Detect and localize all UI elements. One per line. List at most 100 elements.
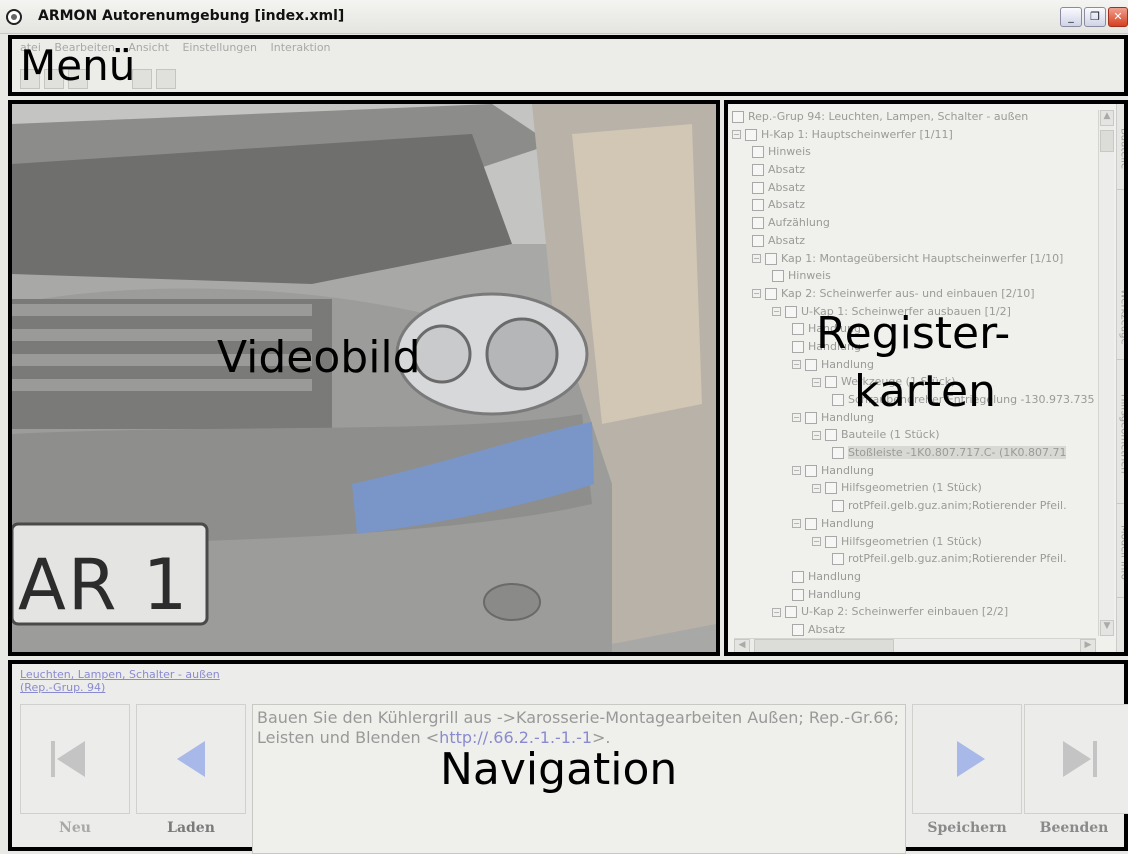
tree-row[interactable]: rotPfeil.gelb.guz.anim;Rotierender Pfeil…: [732, 550, 1098, 568]
tree-node-icon: [832, 447, 844, 459]
tree-collapse-icon[interactable]: −: [812, 537, 821, 546]
save-button-label[interactable]: Speichern: [912, 820, 1022, 836]
tree-row[interactable]: Rep.-Grup 94: Leuchten, Lampen, Schalter…: [732, 108, 1098, 126]
menu-item-interaktion[interactable]: Interaktion: [271, 41, 331, 54]
tree-horizontal-scrollbar[interactable]: ◀ ▶: [734, 638, 1096, 654]
tab-bauteile-label: Bauteile: [1119, 128, 1128, 169]
breadcrumb[interactable]: Leuchten, Lampen, Schalter - außen (Rep.…: [20, 668, 220, 694]
navigation-region: Leuchten, Lampen, Schalter - außen (Rep.…: [8, 660, 1128, 851]
load-button-label[interactable]: Laden: [136, 820, 246, 836]
scroll-up-icon[interactable]: ▲: [1100, 110, 1114, 126]
tree-collapse-icon[interactable]: −: [792, 413, 801, 422]
tree-row-label: U-Kap 2: Scheinwerfer einbauen [2/2]: [801, 605, 1008, 618]
tree-row-label: Handlung: [808, 588, 861, 601]
tree-row[interactable]: Absatz: [732, 621, 1098, 638]
tree-row[interactable]: − Hilfsgeometrien (1 Stück): [732, 479, 1098, 497]
tab-modell-info-label: Modell Info: [1119, 525, 1128, 580]
tree-row-label: Hilfsgeometrien (1 Stück): [841, 535, 982, 548]
tree-row[interactable]: −Kap 2: Scheinwerfer aus- und einbauen […: [732, 285, 1098, 303]
tree-row[interactable]: − Bauteile (1 Stück): [732, 426, 1098, 444]
tree-node-icon: [805, 359, 817, 371]
minimize-button[interactable]: _: [1060, 7, 1082, 27]
tree-collapse-icon[interactable]: −: [752, 289, 761, 298]
tree-node-icon: [765, 253, 777, 265]
breadcrumb-line-2[interactable]: (Rep.-Grup. 94): [20, 681, 220, 694]
tree-node-icon: [825, 429, 837, 441]
first-step-button[interactable]: [20, 704, 130, 814]
register-region: Rep.-Grup 94: Leuchten, Lampen, Schalter…: [724, 100, 1128, 656]
tree-collapse-icon[interactable]: −: [812, 484, 821, 493]
tree-node-icon: [832, 553, 844, 565]
tree-row[interactable]: −H-Kap 1: Hauptscheinwerfer [1/11]: [732, 126, 1098, 144]
tree-row[interactable]: −Handlung: [732, 462, 1098, 480]
tree-row-label: Hilfsgeometrien (1 Stück): [841, 481, 982, 494]
end-button-label[interactable]: Beenden: [1024, 820, 1124, 836]
next-step-button[interactable]: [912, 704, 1022, 814]
tree-row[interactable]: −Kap 1: Montageübersicht Hauptscheinwerf…: [732, 250, 1098, 268]
new-button-label[interactable]: Neu: [20, 820, 130, 836]
tree-collapse-icon[interactable]: −: [792, 466, 801, 475]
tree-collapse-icon[interactable]: −: [792, 519, 801, 528]
tab-modell-info[interactable]: Modell Info: [1117, 508, 1128, 598]
tree-row[interactable]: Absatz: [732, 161, 1098, 179]
first-arrow-icon: [57, 741, 85, 777]
scroll-thumb[interactable]: [1100, 130, 1114, 152]
tree-collapse-icon[interactable]: −: [772, 608, 781, 617]
tree-collapse-icon[interactable]: −: [812, 378, 821, 387]
hscroll-thumb[interactable]: [754, 639, 894, 654]
tree-collapse-icon[interactable]: −: [772, 307, 781, 316]
tree-node-icon: [832, 500, 844, 512]
tree-node-icon: [792, 571, 804, 583]
tree-row[interactable]: Stoßleiste -1K0.807.717.C- (1K0.807.71: [732, 444, 1098, 462]
last-arrow-icon: [1063, 741, 1091, 777]
menu-item-einstellungen[interactable]: Einstellungen: [182, 41, 257, 54]
tree-row[interactable]: Absatz: [732, 232, 1098, 250]
tree-collapse-icon[interactable]: −: [812, 431, 821, 440]
tree-node-icon: [732, 111, 744, 123]
tree-row-label: rotPfeil.gelb.guz.anim;Rotierender Pfeil…: [848, 552, 1067, 565]
scroll-right-icon[interactable]: ▶: [1080, 639, 1096, 654]
tab-bauteile[interactable]: Bauteile: [1117, 108, 1128, 190]
tree-row[interactable]: − Hilfsgeometrien (1 Stück): [732, 533, 1098, 551]
tree-row-label: Stoßleiste -1K0.807.717.C- (1K0.807.71: [848, 446, 1066, 459]
tab-werkzeuge-label: Werkzeuge: [1119, 289, 1128, 345]
breadcrumb-line-1[interactable]: Leuchten, Lampen, Schalter - außen: [20, 668, 220, 681]
tree-row[interactable]: Handlung: [732, 568, 1098, 586]
tab-werkzeuge[interactable]: Werkzeuge: [1117, 274, 1128, 360]
tree-row[interactable]: Aufzählung: [732, 214, 1098, 232]
tree-row-label: Handlung: [808, 570, 861, 583]
previous-step-button[interactable]: [136, 704, 246, 814]
last-bar-icon: [1093, 741, 1097, 777]
tree-row[interactable]: Absatz: [732, 179, 1098, 197]
tree-row[interactable]: Handlung: [732, 586, 1098, 604]
tree-row[interactable]: − U-Kap 2: Scheinwerfer einbauen [2/2]: [732, 603, 1098, 621]
tree-node-icon: [805, 412, 817, 424]
tree-collapse-icon[interactable]: −: [752, 254, 761, 263]
tree-row[interactable]: −Handlung: [732, 515, 1098, 533]
scroll-down-icon[interactable]: ▼: [1100, 620, 1114, 636]
tree-node-icon: [825, 482, 837, 494]
close-button[interactable]: ✕: [1108, 7, 1128, 27]
first-bar-icon: [51, 741, 55, 777]
scroll-left-icon[interactable]: ◀: [734, 639, 750, 654]
menu-region: atei Bearbeiten Ansicht Einstellungen In…: [8, 35, 1128, 96]
tab-hilfsgeometrien-label: Hilfsgeometrien: [1119, 394, 1128, 474]
tree-row[interactable]: Absatz: [732, 196, 1098, 214]
tree-collapse-icon[interactable]: −: [732, 130, 741, 139]
tree-node-icon: [792, 341, 804, 353]
last-step-button[interactable]: [1024, 704, 1128, 814]
tree-row[interactable]: rotPfeil.gelb.guz.anim;Rotierender Pfeil…: [732, 497, 1098, 515]
restore-button[interactable]: ❐: [1084, 7, 1106, 27]
tree-node-icon: [752, 199, 764, 211]
tree-row[interactable]: Hinweis: [732, 143, 1098, 161]
tree-row-label: Bauteile (1 Stück): [841, 428, 939, 441]
tree-row[interactable]: Hinweis: [732, 267, 1098, 285]
tree-node-icon: [832, 394, 844, 406]
tree-vertical-scrollbar[interactable]: ▲ ▼: [1098, 110, 1114, 636]
tree-collapse-icon[interactable]: −: [792, 360, 801, 369]
next-arrow-icon: [957, 741, 985, 777]
toolbar-stop-icon[interactable]: [156, 69, 176, 89]
tab-hilfsgeometrien[interactable]: Hilfsgeometrien: [1117, 364, 1128, 504]
tree-row-label: Absatz: [768, 181, 805, 194]
tree-node-icon: [825, 536, 837, 548]
